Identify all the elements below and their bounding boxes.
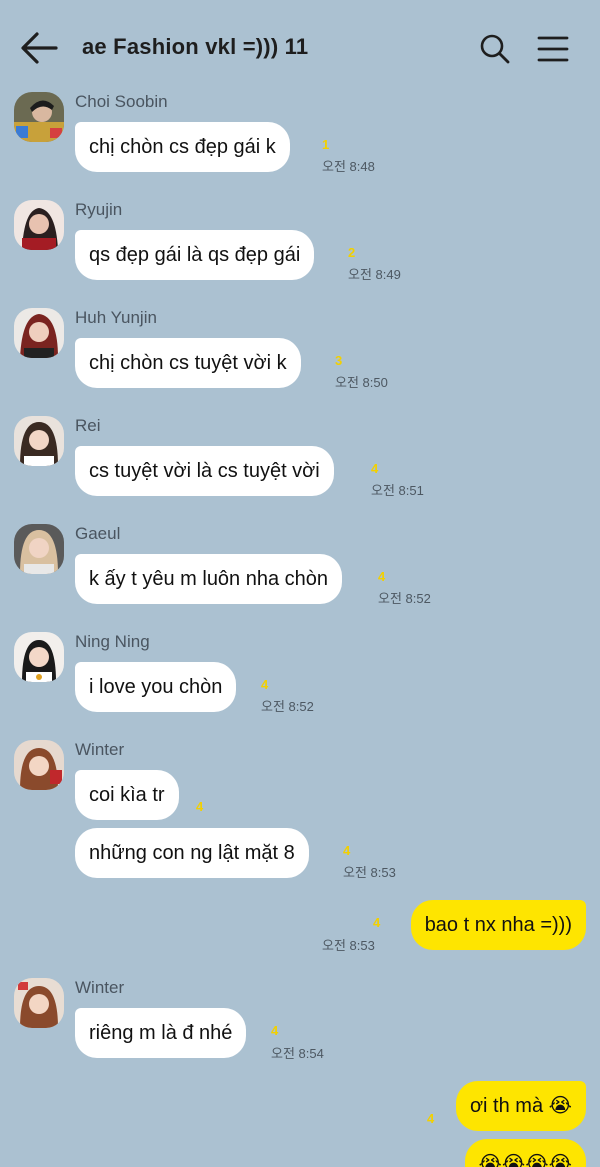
back-button[interactable] xyxy=(18,28,60,68)
unread-count: 1 xyxy=(322,137,330,152)
sender-name: Winter xyxy=(75,978,125,997)
sender-name: Choi Soobin xyxy=(75,92,168,111)
message-time: 오전 8:53 xyxy=(343,865,396,880)
avatar[interactable] xyxy=(14,92,64,142)
search-button[interactable] xyxy=(478,32,512,66)
unread-count: 4 xyxy=(427,1111,435,1126)
message-time: 오전 8:51 xyxy=(371,483,424,498)
avatar[interactable] xyxy=(14,632,64,682)
menu-button[interactable] xyxy=(534,32,572,66)
message-time: 오전 8:49 xyxy=(348,267,401,282)
message-bubble[interactable]: những con ng lật mặt 8 xyxy=(75,828,309,878)
message-bubble[interactable]: cs tuyệt vời là cs tuyệt vời xyxy=(75,446,334,496)
unread-count: 4 xyxy=(261,677,269,692)
unread-count: 2 xyxy=(348,245,356,260)
message-time: 오전 8:53 xyxy=(322,938,375,953)
message-bubble[interactable]: chị chòn cs đẹp gái k xyxy=(75,122,290,172)
sender-name: Gaeul xyxy=(75,524,121,543)
menu-icon xyxy=(537,36,569,62)
unread-count: 4 xyxy=(271,1023,279,1038)
chat-header: ae Fashion vkl =))) 11 xyxy=(0,0,600,96)
unread-count: 4 xyxy=(371,461,379,476)
search-icon xyxy=(480,34,510,64)
my-message-bubble[interactable]: bao t nx nha =))) xyxy=(410,900,586,950)
message-bubble[interactable]: qs đẹp gái là qs đẹp gái xyxy=(75,230,315,280)
message-bubble[interactable]: coi kìa tr xyxy=(75,770,179,820)
avatar[interactable] xyxy=(14,524,64,574)
avatar[interactable] xyxy=(14,200,64,250)
sender-name: Huh Yunjin xyxy=(75,308,157,327)
message-time: 오전 8:50 xyxy=(335,375,388,390)
avatar[interactable] xyxy=(14,978,64,1028)
avatar[interactable] xyxy=(14,308,64,358)
unread-count: 4 xyxy=(373,915,381,930)
message-bubble[interactable]: i love you chòn xyxy=(75,662,237,712)
unread-count: 3 xyxy=(335,353,343,368)
message-time: 오전 8:48 xyxy=(322,159,375,174)
message-time: 오전 8:54 xyxy=(271,1046,324,1061)
unread-count: 4 xyxy=(196,799,204,814)
unread-count: 4 xyxy=(378,569,386,584)
avatar[interactable] xyxy=(14,416,64,466)
sender-name: Ryujin xyxy=(75,200,123,219)
sender-name: Ning Ning xyxy=(75,632,150,651)
avatar[interactable] xyxy=(14,740,64,790)
my-message-bubble[interactable]: 😭😭😭😭 xyxy=(464,1139,586,1167)
message-time: 오전 8:52 xyxy=(378,591,431,606)
arrow-left-icon xyxy=(21,32,58,64)
message-bubble[interactable]: k ấy t yêu m luôn nha chòn xyxy=(75,554,343,604)
sender-name: Winter xyxy=(75,740,125,759)
sender-name: Rei xyxy=(75,416,101,435)
my-message-bubble[interactable]: ơi th mà 😭 xyxy=(455,1081,586,1131)
message-time: 오전 8:52 xyxy=(261,699,314,714)
chat-title: ae Fashion vkl =))) 11 xyxy=(82,34,309,59)
unread-count: 4 xyxy=(343,843,351,858)
message-bubble[interactable]: chị chòn cs tuyệt vời k xyxy=(75,338,301,388)
message-bubble[interactable]: riêng m là đ nhé xyxy=(75,1008,247,1058)
